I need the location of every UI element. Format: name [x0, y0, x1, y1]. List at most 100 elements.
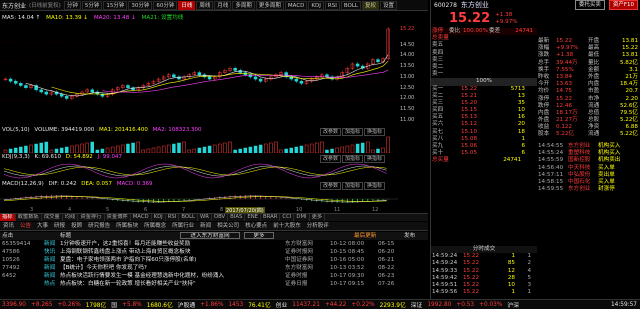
sell-level[interactable]: 卖二 — [431, 64, 537, 71]
news-title[interactable]: 热点板块：白糖在新一轮政策 增长看好相关产业"扶持" — [60, 280, 285, 288]
period-multi[interactable]: 多周期 — [232, 0, 255, 10]
news-title[interactable]: 夏盘：电子家电领涨两市 沪指向下探60只涨停股(名单) — [60, 256, 285, 264]
side-news-row[interactable]: 14:59:55 东方创业 封涨停 — [538, 186, 640, 193]
news-tab[interactable]: 分析股评 — [304, 222, 332, 230]
news-tab[interactable]: 所属行业 — [169, 222, 197, 230]
price-tick: 13.00 — [400, 73, 415, 80]
period-60min[interactable]: 60分钟 — [153, 0, 178, 10]
volume-chart[interactable] — [0, 136, 398, 153]
period-30min[interactable]: 30分钟 — [128, 0, 153, 10]
news-row[interactable]: 77492 新闻 【B统计】今天你积吧 你发现了吗? 东方财富网 10-13 03:52… — [0, 264, 428, 272]
news-title[interactable]: 热点板块活跃行情要发生一模 基金经理慧选新中化题材，纷纷涌入 — [60, 272, 285, 280]
macd-chart[interactable] — [0, 190, 398, 207]
side-news-row[interactable]: 14:57:11 中弘股份 卖出单 — [538, 172, 640, 179]
vol-param-button[interactable]: 改参数 — [320, 128, 342, 136]
period-month[interactable]: 月线 — [214, 0, 232, 10]
news-tab[interactable]: 研报 — [51, 222, 68, 230]
sell-level[interactable]: 卖四 — [431, 50, 537, 57]
period-day[interactable]: 日线 — [178, 0, 196, 10]
buy-level[interactable]: 买五 15.13 16 — [431, 114, 537, 121]
buy-level[interactable]: 买三 15.20 35 — [431, 100, 537, 107]
news-row[interactable]: 热点 热点板块：白糖在新一轮政策 增长看好相关产业"扶持" 证券日报 10-17 09… — [0, 280, 428, 288]
news-tab[interactable]: 前十大股东 — [270, 222, 304, 230]
kdj-change-button[interactable]: 换指标 — [364, 155, 386, 163]
period-15min[interactable]: 15分钟 — [103, 0, 128, 10]
buy-level[interactable]: 买四 15.15 10 — [431, 107, 537, 114]
indicator-tab[interactable]: KDJ — [152, 214, 166, 221]
indicator-tab[interactable]: 更多 — [310, 214, 326, 221]
sell-level[interactable]: 卖一 — [431, 71, 537, 78]
sell-level[interactable]: 卖三 — [431, 57, 537, 64]
kdj-chart[interactable] — [0, 163, 398, 179]
macd-change-button[interactable]: 换指标 — [364, 182, 386, 190]
news-tab[interactable]: 核心要点 — [242, 222, 270, 230]
buy-level[interactable]: 买二 15.21 13 — [431, 93, 537, 100]
news-title[interactable]: 1分钟极速开户，这2重惊喜！每月还能赚些收益奖励 — [60, 240, 285, 248]
news-tab[interactable]: 研究报告 — [85, 222, 113, 230]
indicator-tab[interactable]: ENE — [245, 214, 262, 221]
indicator-rsi[interactable]: RSI — [324, 0, 340, 10]
period-week[interactable]: 周线 — [196, 0, 214, 10]
kdj-add-button[interactable]: 加指标 — [342, 155, 364, 163]
period-minute[interactable]: 分钟 — [63, 0, 81, 10]
vol-change-button[interactable]: 换指标 — [364, 128, 386, 136]
indicator-tab[interactable]: 资金排行 — [78, 214, 105, 221]
news-tab[interactable]: 资讯 — [0, 222, 17, 230]
mode-select[interactable]: 复权 — [361, 0, 379, 10]
indicator-tab[interactable]: BRAR — [261, 214, 281, 221]
indicator-tab[interactable]: OBV — [212, 214, 229, 221]
indicator-tab[interactable]: BOLL — [179, 214, 198, 221]
indicator-macd[interactable]: MACD — [284, 0, 308, 10]
more-news-button[interactable]: 更多 — [244, 232, 274, 239]
buy-level[interactable]: 买八 15.08 1 — [431, 136, 537, 143]
news-tab[interactable]: 新闻 — [197, 222, 214, 230]
indicator-tab[interactable]: RSI — [166, 214, 180, 221]
news-row[interactable]: 47586 快讯 上海钢联钢转鑫线盘上涨点 带动上海自贸区概念板块 证券时报网 10-1… — [0, 248, 428, 256]
news-row[interactable]: 6452 新闻 热点板块活跃行情要发生一模 基金经理慧选新中化题材，纷纷涌入 证券时报… — [0, 272, 428, 280]
indicator-tab[interactable]: 均线 — [63, 214, 79, 221]
trade-button[interactable]: 委托买卖 — [574, 0, 605, 10]
news-title[interactable]: 【B统计】今天你积吧 你发现了吗? — [60, 264, 285, 272]
macd-add-button[interactable]: 加指标 — [342, 182, 364, 190]
settings-button[interactable]: 设置 — [379, 0, 397, 10]
indicator-tab[interactable]: 指标 — [0, 214, 16, 221]
buy-level[interactable]: 买一 15.22 5713 — [431, 86, 537, 93]
sell-level[interactable]: 卖五 — [431, 42, 537, 49]
tick-time: 14:59:24 — [432, 253, 458, 260]
news-tab[interactable]: 公告 — [17, 222, 34, 230]
indicator-kdj[interactable]: KDJ — [308, 0, 324, 10]
enter-eastmoney-button[interactable]: 进入东方财富网 — [180, 232, 240, 239]
news-row[interactable]: 65359414 新闻 1分钟极速开户，这2重惊喜！每月还能赚些收益奖励 东方财富网 1… — [0, 240, 428, 248]
indicator-tab[interactable]: 敢蜜数轨 — [16, 214, 42, 221]
period-5min[interactable]: 5分钟 — [81, 0, 103, 10]
news-tag: 快讯 — [44, 249, 56, 255]
indicator-boll[interactable]: BOLL — [340, 0, 361, 10]
indicator-tab[interactable]: MACD — [131, 214, 152, 221]
news-tab[interactable]: 所属板块 — [113, 222, 141, 230]
vol-add-button[interactable]: 加指标 — [342, 128, 364, 136]
indicator-tab[interactable]: CCI — [280, 214, 295, 221]
news-tab[interactable]: 大事 — [34, 222, 51, 230]
side-news-row[interactable]: 14:56:40 中天科技 买入单 — [538, 165, 640, 172]
news-tab[interactable]: 相关公司 — [214, 222, 242, 230]
news-tab[interactable]: 所属概念 — [141, 222, 169, 230]
candlestick-chart[interactable] — [0, 23, 398, 120]
indicator-tab[interactable]: BIAS — [228, 214, 246, 221]
news-row[interactable]: 10526 新闻 夏盘：电子家电领涨两市 沪指向下探60只涨停股(名单) 中国证券网 1… — [0, 256, 428, 264]
news-title[interactable]: 上海钢联钢转鑫线盘上涨点 带动上海自贸区概念板块 — [60, 248, 285, 256]
period-more[interactable]: 更多周期 — [255, 0, 284, 10]
news-tag: 新闻 — [44, 273, 56, 279]
macd-param-button[interactable]: 改参数 — [320, 182, 342, 190]
news-tab[interactable]: 投顾 — [68, 222, 85, 230]
kdj-param-button[interactable]: 改参数 — [320, 155, 342, 163]
buy-level[interactable]: 买九 15.06 6 — [431, 143, 537, 150]
side-news-row[interactable]: 14:55:59 国新控股 机构卖出 — [538, 157, 640, 164]
buy-level[interactable]: 买七 15.10 18 — [431, 129, 537, 136]
indicator-tab[interactable]: WR — [198, 214, 212, 221]
ma21-label[interactable]: MA21: 设置均线 — [142, 15, 184, 21]
indicator-tab[interactable]: 成交量 — [42, 214, 63, 221]
buy-level[interactable]: 买六 15.12 20 — [431, 121, 537, 128]
indicator-tab[interactable]: 资金博弈 — [105, 214, 131, 221]
f10-button[interactable]: 资产F10 — [608, 0, 638, 10]
indicator-tab[interactable]: DMI — [294, 214, 310, 221]
